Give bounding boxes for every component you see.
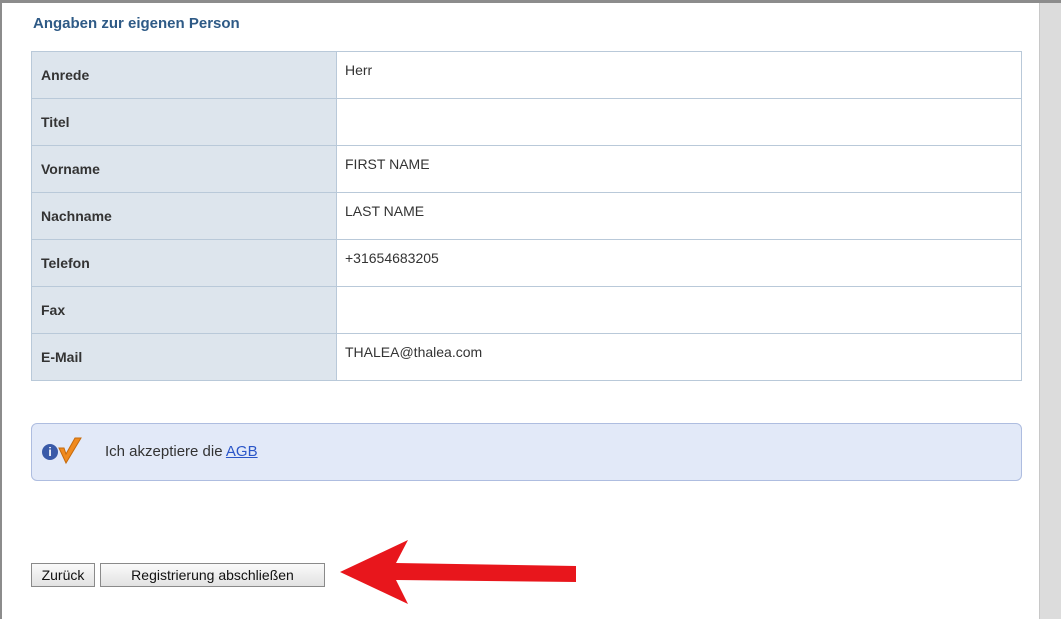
info-icon: i	[42, 444, 58, 460]
info-check-icon: i	[42, 437, 82, 465]
personal-data-table: Anrede Herr Titel Vorname FIRST NAME Nac…	[31, 51, 1022, 381]
row-value	[336, 98, 1022, 146]
table-row: Titel	[31, 98, 1022, 146]
section-title: Angaben zur eigenen Person	[33, 15, 240, 32]
row-label: Anrede	[31, 51, 337, 99]
table-row: Telefon +31654683205	[31, 239, 1022, 287]
row-value: THALEA@thalea.com	[336, 333, 1022, 381]
row-value	[336, 286, 1022, 334]
table-row: Vorname FIRST NAME	[31, 145, 1022, 193]
row-label: Vorname	[31, 145, 337, 193]
vertical-scrollbar[interactable]	[1039, 3, 1061, 619]
agb-notice: i Ich akzeptiere die AGB	[31, 423, 1022, 481]
row-label: E-Mail	[31, 333, 337, 381]
row-label: Titel	[31, 98, 337, 146]
row-label: Fax	[31, 286, 337, 334]
table-row: Fax	[31, 286, 1022, 334]
agb-label: Ich akzeptiere die	[105, 443, 223, 460]
row-value: +31654683205	[336, 239, 1022, 287]
table-row: Nachname LAST NAME	[31, 192, 1022, 240]
table-row: Anrede Herr	[31, 51, 1022, 99]
table-row: E-Mail THALEA@thalea.com	[31, 333, 1022, 381]
agb-text: Ich akzeptiere die AGB	[105, 443, 258, 460]
row-value: FIRST NAME	[336, 145, 1022, 193]
row-value: LAST NAME	[336, 192, 1022, 240]
arrow-annotation-icon	[340, 540, 576, 604]
row-label: Nachname	[31, 192, 337, 240]
row-value: Herr	[336, 51, 1022, 99]
checkmark-icon	[58, 437, 82, 465]
agb-link[interactable]: AGB	[226, 443, 258, 460]
submit-registration-button[interactable]: Registrierung abschließen	[100, 563, 325, 587]
back-button[interactable]: Zurück	[31, 563, 95, 587]
row-label: Telefon	[31, 239, 337, 287]
